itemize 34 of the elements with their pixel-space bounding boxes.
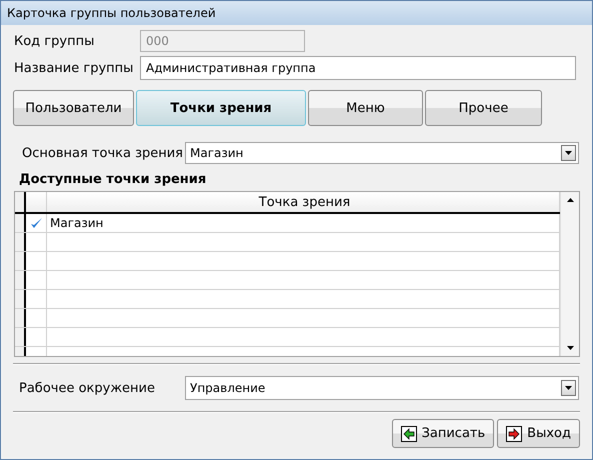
combo-value: Магазин	[190, 146, 244, 160]
row-header[interactable]	[15, 271, 26, 289]
row-header[interactable]	[15, 290, 26, 308]
dropdown-button[interactable]	[561, 145, 576, 161]
scroll-up-icon[interactable]	[566, 198, 574, 202]
window-title: Карточка группы пользователей	[1, 1, 592, 25]
field-label: Основная точка зрения	[22, 146, 184, 160]
dropdown-field[interactable]: Управление	[185, 376, 579, 400]
dropdown-button[interactable]	[561, 380, 576, 396]
caret-icon	[565, 151, 572, 155]
dropdown-field[interactable]: Магазин	[185, 142, 579, 164]
field-label: Код группы	[14, 34, 96, 48]
arrow-right-icon	[506, 426, 522, 442]
tab[interactable]: Точки зрения	[136, 90, 306, 126]
tab[interactable]: Пользователи	[13, 90, 134, 126]
row-header[interactable]	[15, 214, 26, 232]
combo-value: Управление	[190, 381, 266, 395]
tab[interactable]: Прочее	[425, 90, 542, 126]
scrollbar[interactable]	[560, 192, 579, 356]
save-button[interactable]: Записать	[392, 419, 494, 448]
arrow-left-icon	[400, 426, 417, 442]
row-header[interactable]	[15, 252, 26, 270]
section-heading: Доступные точки зрения	[19, 172, 208, 187]
row-header[interactable]	[15, 309, 26, 327]
caret-icon	[565, 386, 572, 390]
row-header[interactable]	[15, 233, 26, 251]
checkmark-icon[interactable]	[30, 217, 42, 229]
row-header[interactable]	[15, 328, 26, 346]
field-label: Рабочее окружение	[19, 380, 156, 396]
input-field[interactable]: Административная группа	[140, 56, 576, 80]
scroll-down-icon[interactable]	[566, 346, 574, 350]
field-label: Название группы	[14, 60, 134, 76]
tab[interactable]: Меню	[308, 90, 423, 126]
exit-button[interactable]: Выход	[497, 419, 580, 448]
